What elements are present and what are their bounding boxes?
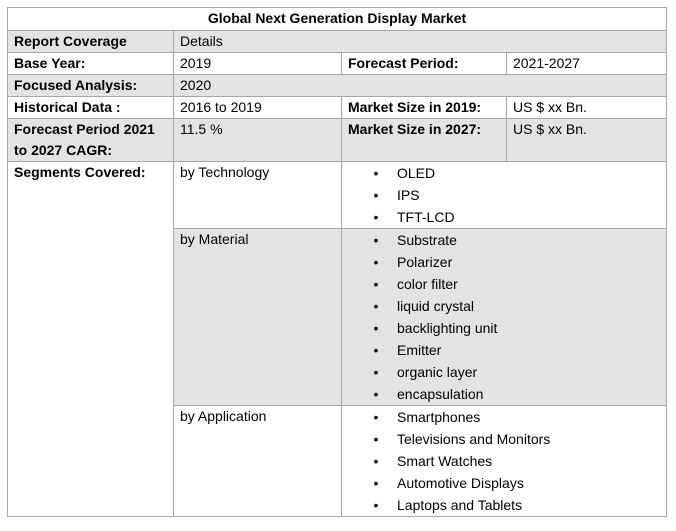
details-label: Details (172, 30, 668, 53)
list-item: • Substrate (348, 229, 660, 251)
historical-data-value: 2016 to 2019 (173, 96, 342, 119)
list-item: • Emitter (348, 339, 660, 361)
list-item: • OLED (348, 162, 660, 184)
historical-data-label: Historical Data : (7, 96, 174, 119)
base-year-value: 2019 (173, 52, 342, 75)
bullet-icon: • (373, 386, 379, 402)
bullet-icon: • (373, 298, 379, 314)
market-size-2027-label: Market Size in 2027: (341, 118, 507, 162)
report-table: Global Next Generation Display Market Re… (6, 7, 668, 517)
report-coverage-label: Report Coverage (7, 30, 174, 53)
cagr-label: Forecast Period 2021 to 2027 CAGR: (7, 118, 174, 162)
forecast-period-label: Forecast Period: (341, 52, 507, 75)
list-item: • Automotive Displays (348, 472, 660, 494)
list-item: • color filter (348, 273, 660, 295)
list-item: • TFT-LCD (348, 206, 660, 228)
focused-analysis-value: 2020 (172, 74, 668, 97)
bullet-icon: • (373, 409, 379, 425)
segment-application-name: by Application (173, 405, 342, 517)
bullet-icon: • (373, 187, 379, 203)
bullet-icon: • (373, 497, 379, 513)
table-title: Global Next Generation Display Market (6, 7, 668, 31)
bullet-icon: • (373, 364, 379, 380)
bullet-icon: • (373, 209, 379, 225)
list-item: • encapsulation (348, 383, 660, 405)
segment-technology-items: • OLED • IPS • TFT-LCD (340, 161, 668, 229)
bullet-icon: • (373, 165, 379, 181)
list-item: • Televisions and Monitors (348, 428, 660, 450)
market-size-2027-value: US $ xx Bn. (505, 118, 668, 162)
list-item: • organic layer (348, 361, 660, 383)
list-item: • IPS (348, 184, 660, 206)
market-size-2019-label: Market Size in 2019: (341, 96, 507, 119)
segment-technology-name: by Technology (173, 161, 342, 229)
bullet-icon: • (373, 431, 379, 447)
bullet-icon: • (373, 475, 379, 491)
list-item: • Laptops and Tablets (348, 494, 660, 516)
cagr-value: 11.5 % (173, 118, 342, 162)
segments-covered-label: Segments Covered: (7, 161, 174, 517)
list-item: • Smartphones (348, 406, 660, 428)
segment-material-items: • Substrate • Polarizer • color filter • liq… (340, 228, 668, 406)
bullet-icon: • (373, 342, 379, 358)
market-size-2019-value: US $ xx Bn. (505, 96, 668, 119)
bullet-icon: • (373, 320, 379, 336)
list-item: • Polarizer (348, 251, 660, 273)
segment-application-items: • Smartphones • Televisions and Monitors •… (340, 405, 668, 517)
bullet-icon: • (373, 276, 379, 292)
forecast-period-value: 2021-2027 (505, 52, 668, 75)
bullet-icon: • (373, 254, 379, 270)
list-item: • Smart Watches (348, 450, 660, 472)
base-year-label: Base Year: (7, 52, 174, 75)
list-item: • liquid crystal (348, 295, 660, 317)
bullet-icon: • (373, 232, 379, 248)
focused-analysis-label: Focused Analysis: (7, 74, 174, 97)
segment-material-name: by Material (173, 228, 342, 406)
bullet-icon: • (373, 453, 379, 469)
list-item: • backlighting unit (348, 317, 660, 339)
